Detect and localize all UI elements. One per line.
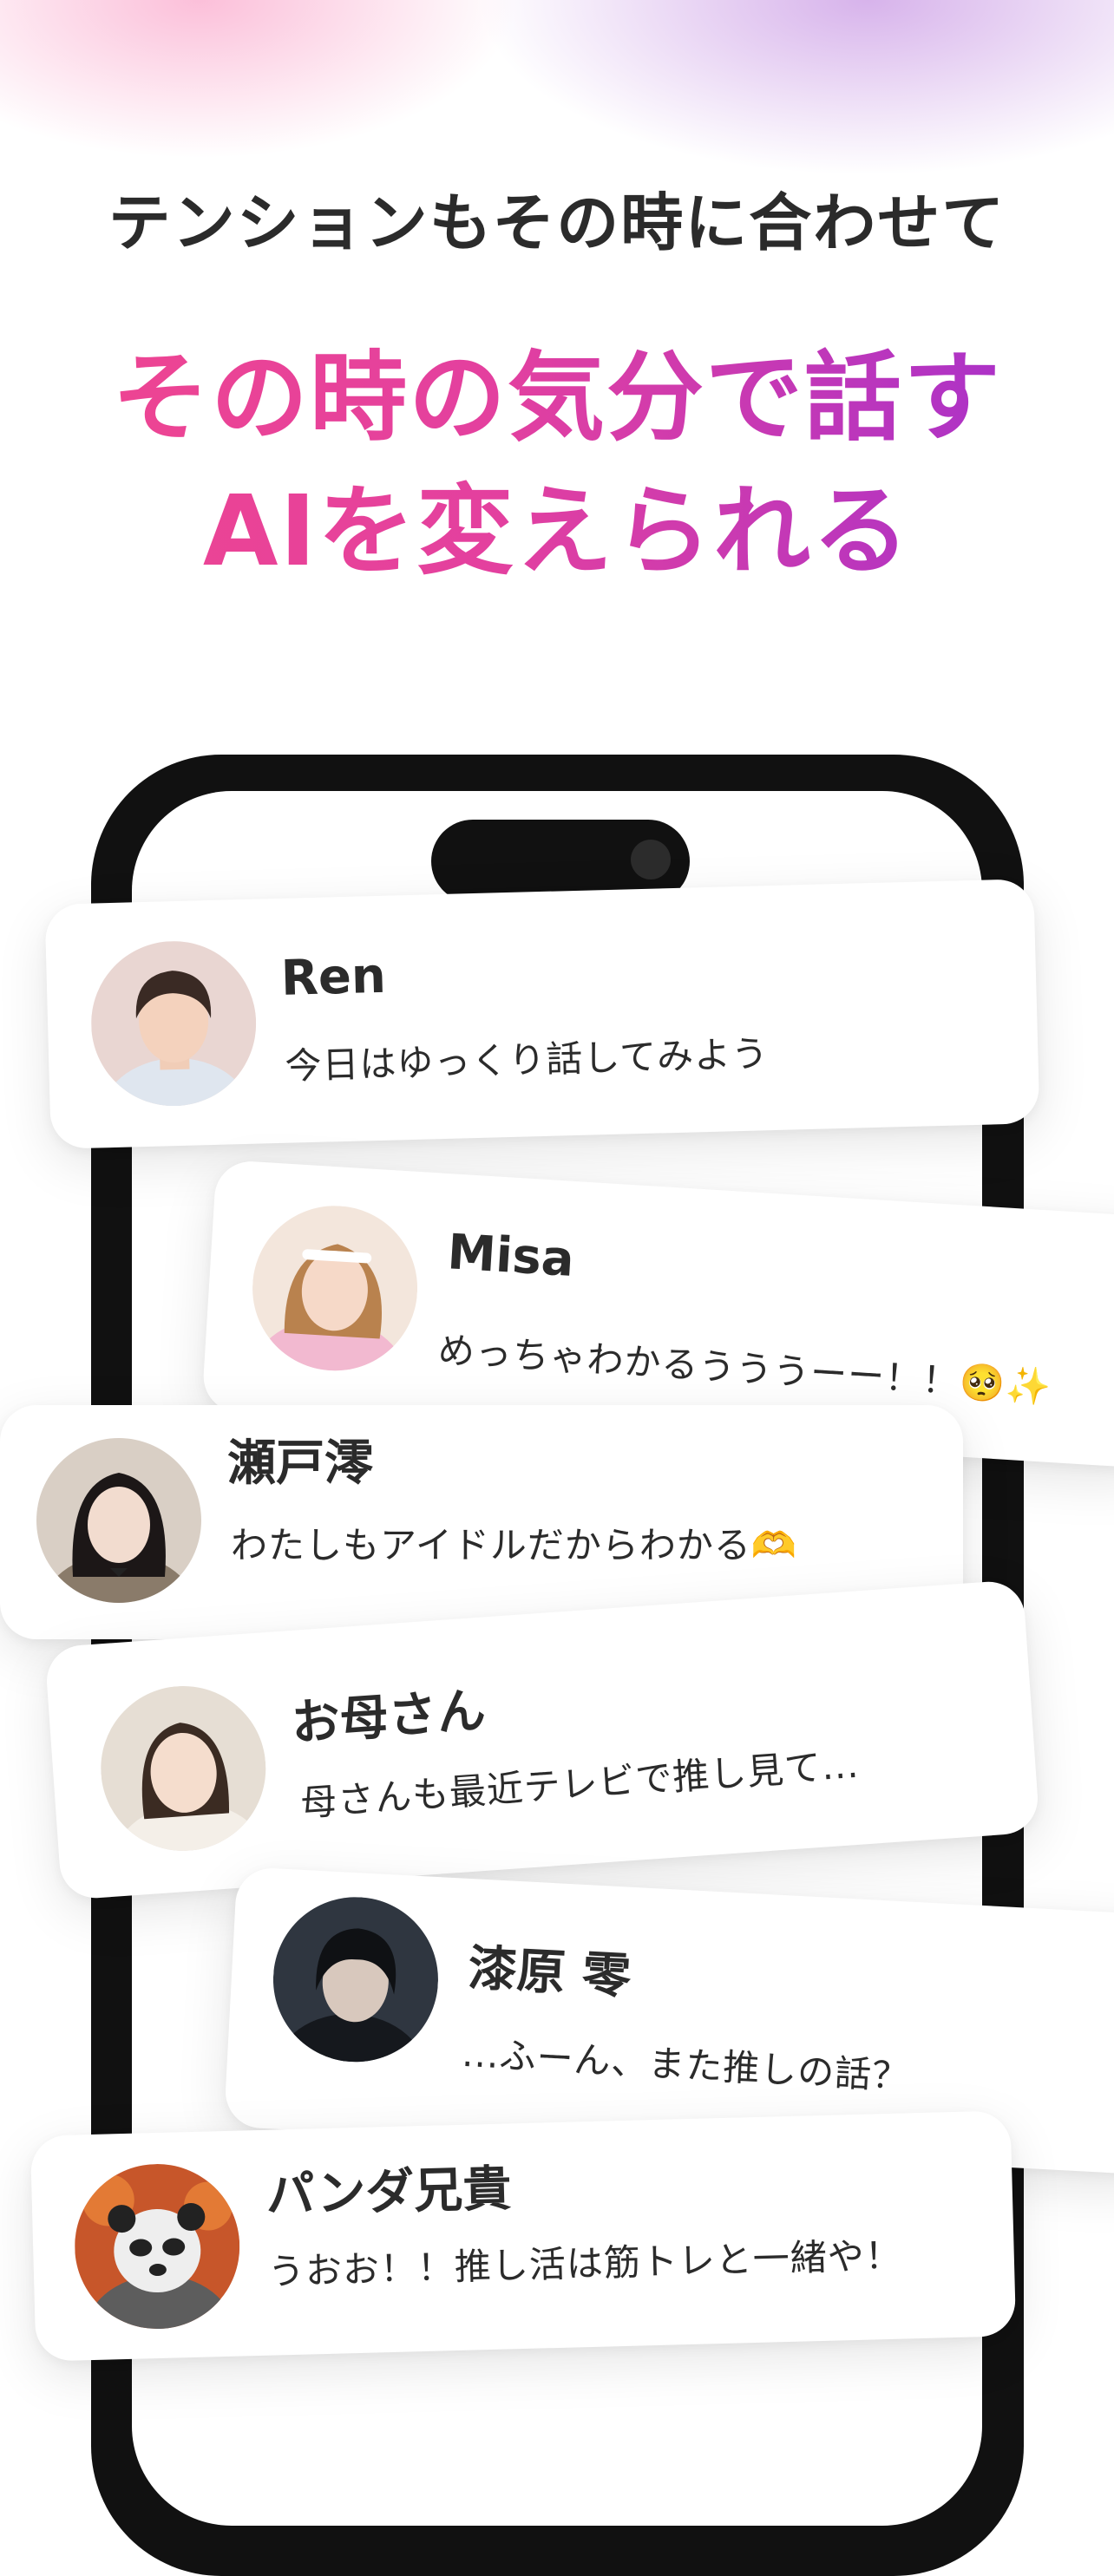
young-man-avatar bbox=[88, 938, 259, 1108]
headline-line-2: AIを変えられる bbox=[0, 478, 1114, 585]
chat-card-panda[interactable]: パンダ兄貴 うおお！！推し活は筋トレと一緒や！ bbox=[29, 2110, 1017, 2362]
chat-message: わたしもアイドルだからわかる🫶 bbox=[231, 1524, 798, 1566]
chat-card-ren[interactable]: Ren 今日はゆっくり話してみよう bbox=[44, 879, 1040, 1149]
chat-name: 漆原 零 bbox=[467, 1940, 632, 2005]
chat-message: 今日はゆっくり話してみよう bbox=[284, 1032, 770, 1088]
schoolgirl-avatar bbox=[36, 1438, 201, 1603]
dark-haired-man-avatar bbox=[269, 1893, 442, 2067]
camera-icon bbox=[631, 840, 671, 879]
chat-name: Ren bbox=[279, 947, 387, 1007]
headline-line-1: その時の気分で話す bbox=[0, 344, 1114, 452]
chat-message: 母さんも最近テレビで推し見て... bbox=[298, 1742, 861, 1825]
chat-name: パンダ兄貴 bbox=[265, 2161, 513, 2224]
idol-girl-avatar bbox=[247, 1200, 423, 1376]
subtitle: テンションもその時に合わせて bbox=[108, 186, 1006, 259]
mother-avatar bbox=[95, 1680, 272, 1857]
chat-name: 瀬戸澪 bbox=[227, 1435, 373, 1492]
panda-avatar bbox=[72, 2161, 242, 2331]
chat-name: Misa bbox=[445, 1224, 576, 1288]
chat-message: うおお！！推し活は筋トレと一緒や！ bbox=[267, 2233, 903, 2293]
chat-name: お母さん bbox=[289, 1682, 488, 1753]
chat-message: ...ふーん、また推しの話？ bbox=[461, 2031, 911, 2098]
chat-message: めっちゃわかるうううーー！！🥺✨ bbox=[436, 1328, 1053, 1409]
